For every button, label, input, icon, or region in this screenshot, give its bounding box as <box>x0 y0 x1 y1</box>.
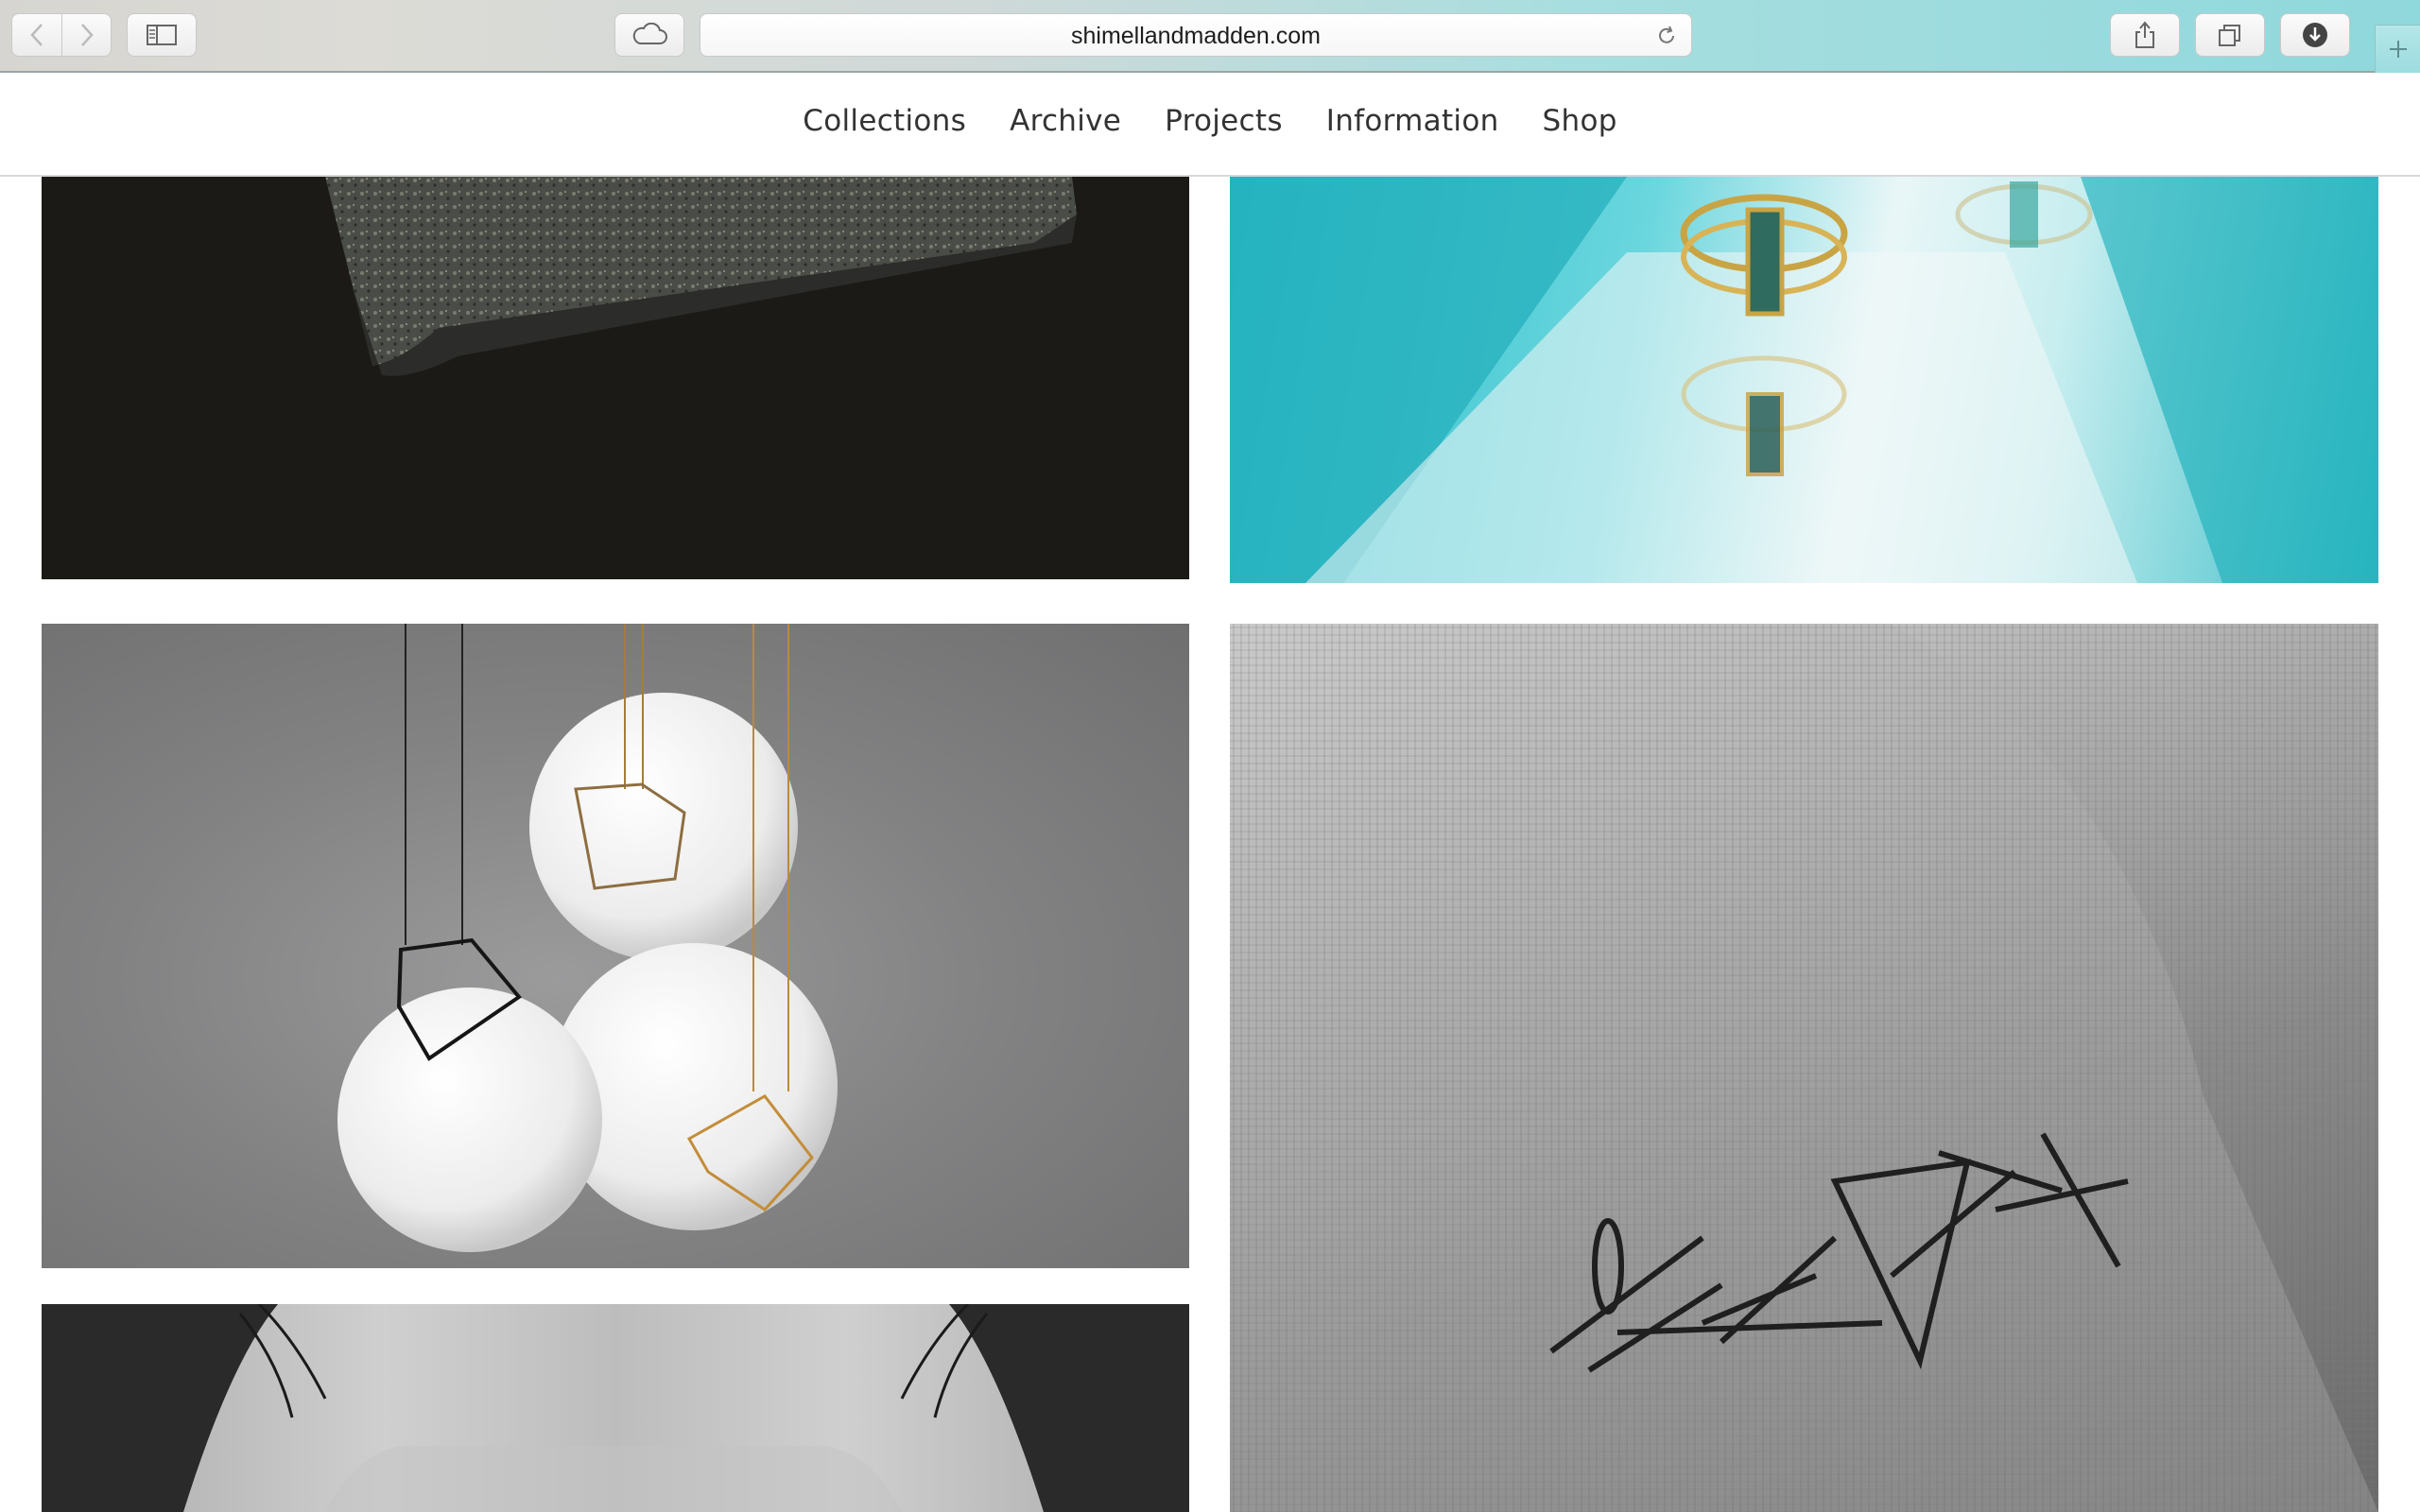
plus-icon <box>2389 41 2407 58</box>
nav-item-shop[interactable]: Shop <box>1521 104 1639 138</box>
download-icon <box>2303 23 2327 47</box>
cloud-icon <box>632 23 667 44</box>
tabs-overview-icon <box>2219 25 2240 46</box>
browser-toolbar: shimellandmadden.com <box>0 0 2420 73</box>
nav-item-projects[interactable]: Projects <box>1143 104 1305 138</box>
back-button[interactable] <box>11 13 62 57</box>
new-tab-button[interactable] <box>2375 25 2420 73</box>
tab-overview-button[interactable] <box>2195 13 2265 57</box>
nav-item-collections[interactable]: Collections <box>781 104 988 138</box>
address-bar[interactable]: shimellandmadden.com <box>700 13 1692 57</box>
url-text[interactable]: shimellandmadden.com <box>700 14 1691 58</box>
sidebar-button[interactable] <box>127 13 197 57</box>
chevron-right-icon <box>80 24 94 46</box>
black-and-white-hair-photo[interactable] <box>42 1304 1189 1512</box>
stone-on-black-photo[interactable] <box>42 177 1189 579</box>
gold-ring-on-turquoise-glass-photo[interactable] <box>1230 177 2378 583</box>
share-icon <box>2135 21 2154 48</box>
downloads-button[interactable] <box>2280 13 2350 57</box>
black-needle-rings-on-fabric-photo[interactable] <box>1230 624 2378 1512</box>
nav-item-archive[interactable]: Archive <box>988 104 1143 138</box>
share-button[interactable] <box>2110 13 2180 57</box>
sidebar-icon <box>147 25 177 45</box>
site-navigation: Collections Archive Projects Information… <box>0 75 2420 177</box>
nav-menu: Collections Archive Projects Information… <box>781 104 1638 138</box>
reload-icon[interactable] <box>1655 25 1678 47</box>
nav-item-information[interactable]: Information <box>1305 104 1521 138</box>
forward-button[interactable] <box>62 13 112 57</box>
icloud-tabs-button[interactable] <box>614 13 684 57</box>
chevron-left-icon <box>30 24 43 46</box>
cube-pendants-on-white-spheres-photo[interactable] <box>42 624 1189 1268</box>
